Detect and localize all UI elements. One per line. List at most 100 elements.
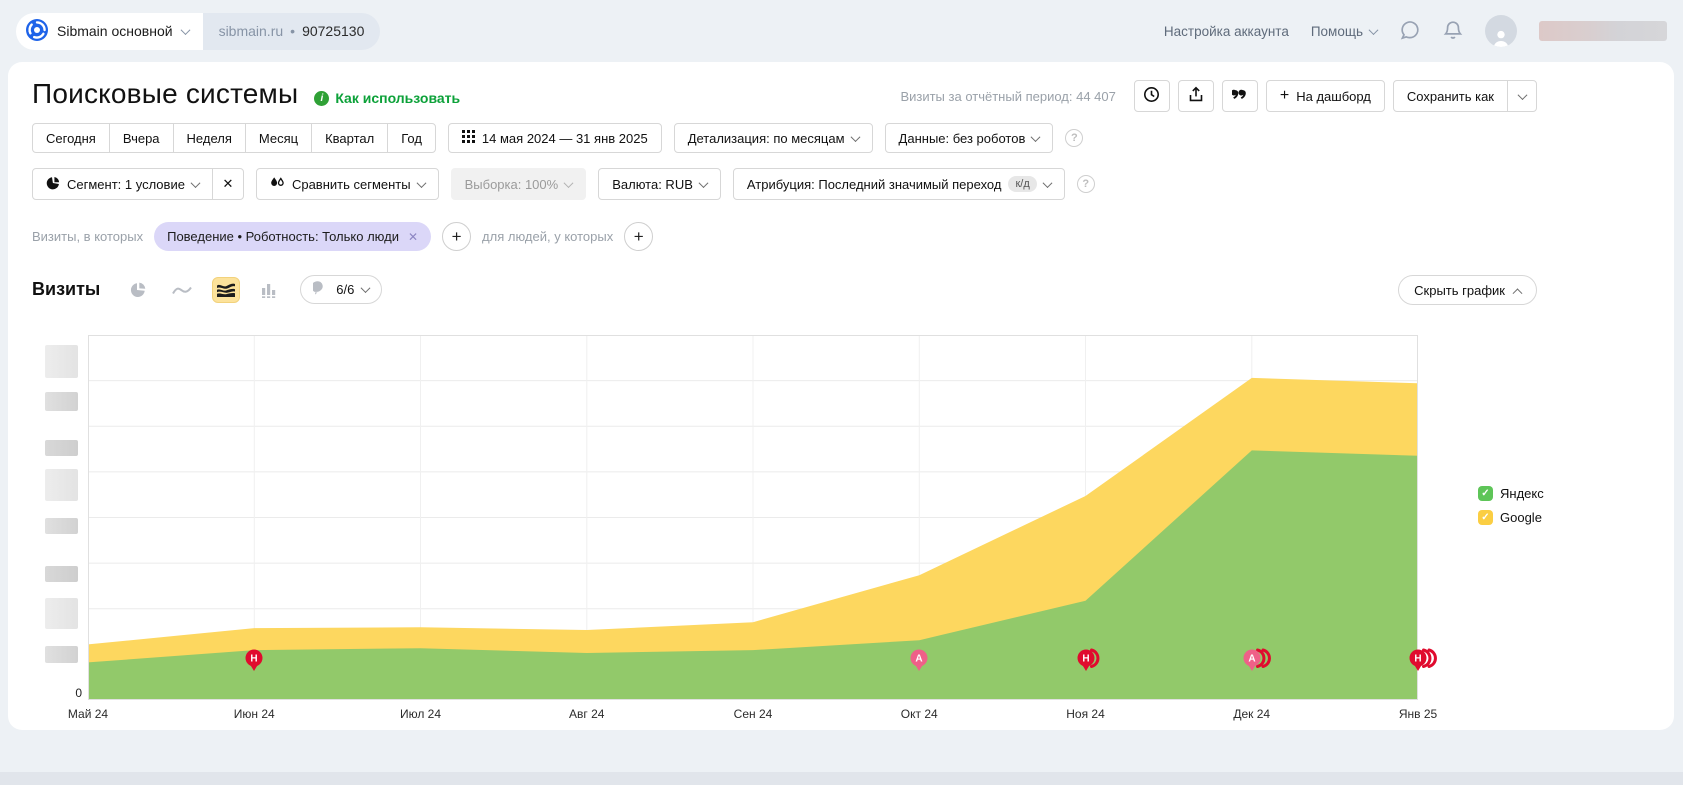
chart-type-line-icon[interactable] — [168, 277, 196, 303]
chart-header: Визиты 6/6 — [32, 275, 382, 304]
svg-text:Н: Н — [1414, 654, 1421, 665]
how-to-use-link[interactable]: i Как использовать — [314, 90, 460, 106]
period-visits-value: 44 407 — [1076, 89, 1116, 104]
x-axis-label: Янв 25 — [1373, 707, 1463, 721]
topbar-right: Настройка аккаунта Помощь — [1164, 15, 1667, 47]
counter-site: sibmain.ru — [219, 23, 284, 39]
data-mode-label: Данные: без роботов — [899, 131, 1026, 146]
robot-filter-chip[interactable]: Поведение • Роботность: Только люди ✕ — [154, 222, 431, 251]
annotation-marker[interactable]: А — [909, 647, 949, 676]
stacked-area-chart — [88, 335, 1418, 700]
y-axis-label-redacted — [45, 566, 78, 582]
y-axis-zero-label: 0 — [60, 686, 82, 700]
schedule-report-button[interactable] — [1134, 80, 1170, 112]
legend-label-yandex: Яндекс — [1500, 486, 1544, 501]
chevron-down-icon — [191, 178, 201, 188]
detail-label: Детализация: по месяцам — [688, 131, 845, 146]
chevron-down-icon — [361, 283, 371, 293]
hide-chart-label: Скрыть график — [1414, 283, 1505, 298]
feedback-chat-icon[interactable] — [1399, 19, 1421, 44]
export-button[interactable] — [1178, 80, 1214, 112]
page: Sibmain основной sibmain.ru • 90725130 Н… — [0, 0, 1683, 785]
x-axis-label: Ноя 24 — [1041, 707, 1131, 721]
chart-legend: ✓ Яндекс ✓ Google — [1478, 486, 1544, 525]
bottom-strip — [0, 772, 1683, 785]
user-avatar[interactable] — [1485, 15, 1517, 47]
chevron-down-icon — [1517, 90, 1527, 100]
x-axis-label: Июн 24 — [209, 707, 299, 721]
remove-chip-icon[interactable]: ✕ — [408, 230, 418, 244]
detail-dropdown[interactable]: Детализация: по месяцам — [674, 123, 873, 153]
date-range-button[interactable]: 14 мая 2024 — 31 янв 2025 — [448, 123, 662, 153]
save-as-button[interactable]: Сохранить как — [1393, 80, 1508, 112]
y-axis-label-redacted — [45, 345, 78, 378]
compare-label: Сравнить сегменты — [292, 177, 411, 192]
comments-button[interactable] — [1222, 80, 1258, 112]
account-settings-link[interactable]: Настройка аккаунта — [1164, 24, 1289, 39]
date-range-label: 14 мая 2024 — 31 янв 2025 — [482, 131, 648, 146]
add-to-dashboard-button[interactable]: + На дашборд — [1266, 80, 1385, 112]
legend-item-google[interactable]: ✓ Google — [1478, 510, 1544, 525]
currency-label: Валюта: RUB — [612, 177, 693, 192]
topbar: Sibmain основной sibmain.ru • 90725130 Н… — [0, 0, 1683, 62]
y-axis-label-redacted — [45, 440, 78, 456]
robot-filter-chip-label: Поведение • Роботность: Только люди — [167, 229, 399, 244]
chevron-down-icon — [698, 178, 708, 188]
compare-segments-dropdown[interactable]: Сравнить сегменты — [256, 168, 439, 200]
date-presets: Сегодня Вчера Неделя Месяц Квартал Год — [32, 123, 436, 153]
counter-id: 90725130 — [302, 23, 364, 39]
x-axis-label: Окт 24 — [874, 707, 964, 721]
hide-chart-button[interactable]: Скрыть график — [1398, 275, 1537, 305]
segment-dropdown[interactable]: Сегмент: 1 условие — [32, 168, 213, 200]
counter-switcher[interactable]: Sibmain основной — [16, 13, 203, 50]
data-mode-dropdown[interactable]: Данные: без роботов — [885, 123, 1054, 153]
preset-week[interactable]: Неделя — [173, 123, 246, 153]
clear-segment-button[interactable]: ✕ — [212, 168, 244, 200]
chart-type-pie-icon[interactable] — [124, 277, 152, 303]
svg-text:А: А — [916, 654, 923, 665]
page-title: Поисковые системы — [32, 78, 298, 110]
sampling-dropdown[interactable]: Выборка: 100% — [451, 168, 587, 200]
x-axis-label: Сен 24 — [708, 707, 798, 721]
chart-type-stacked-area-icon[interactable] — [212, 277, 240, 303]
currency-dropdown[interactable]: Валюта: RUB — [598, 168, 721, 200]
attribution-dropdown[interactable]: Атрибуция: Последний значимый переход к/… — [733, 168, 1065, 200]
info-icon: i — [314, 91, 329, 106]
clock-icon — [1143, 86, 1160, 106]
add-to-dashboard-label: На дашборд — [1296, 89, 1371, 104]
chart-type-columns-icon[interactable] — [256, 277, 284, 303]
help-question-icon[interactable]: ? — [1077, 175, 1095, 193]
how-to-use-label: Как использовать — [335, 90, 460, 106]
title-actions: Визиты за отчётный период: 44 407 + На д… — [900, 80, 1537, 112]
chevron-down-icon — [1031, 132, 1041, 142]
counter-name: Sibmain основной — [57, 23, 173, 39]
annotation-marker[interactable]: А — [1242, 647, 1282, 676]
add-people-condition-button[interactable]: + — [624, 222, 653, 251]
preset-month[interactable]: Месяц — [245, 123, 312, 153]
preset-quarter[interactable]: Квартал — [311, 123, 388, 153]
help-question-icon[interactable]: ? — [1065, 129, 1083, 147]
annotation-marker[interactable]: Н — [244, 647, 284, 676]
save-as-group: Сохранить как — [1393, 80, 1537, 112]
add-visit-condition-button[interactable]: + — [442, 222, 471, 251]
annotation-marker[interactable]: Н — [1076, 647, 1116, 676]
legend-item-yandex[interactable]: ✓ Яндекс — [1478, 486, 1544, 501]
svg-text:Н: Н — [251, 654, 258, 665]
svg-text:Н: Н — [1082, 654, 1089, 665]
annotations-dropdown[interactable]: 6/6 — [300, 275, 382, 304]
x-axis-label: Авг 24 — [542, 707, 632, 721]
notifications-bell-icon[interactable] — [1443, 19, 1463, 44]
annotations-count: 6/6 — [336, 282, 354, 297]
preset-year[interactable]: Год — [387, 123, 436, 153]
y-axis-label-redacted — [45, 392, 78, 411]
x-axis-label: Июл 24 — [376, 707, 466, 721]
sampling-label: Выборка: 100% — [465, 177, 559, 192]
x-axis-label: Май 24 — [43, 707, 133, 721]
preset-yesterday[interactable]: Вчера — [109, 123, 174, 153]
save-as-menu-button[interactable] — [1507, 80, 1537, 112]
annotation-marker[interactable]: Н — [1408, 647, 1448, 676]
close-icon: ✕ — [223, 176, 234, 192]
help-menu[interactable]: Помощь — [1311, 24, 1377, 39]
y-axis-label-redacted — [45, 598, 78, 629]
preset-today[interactable]: Сегодня — [32, 123, 110, 153]
